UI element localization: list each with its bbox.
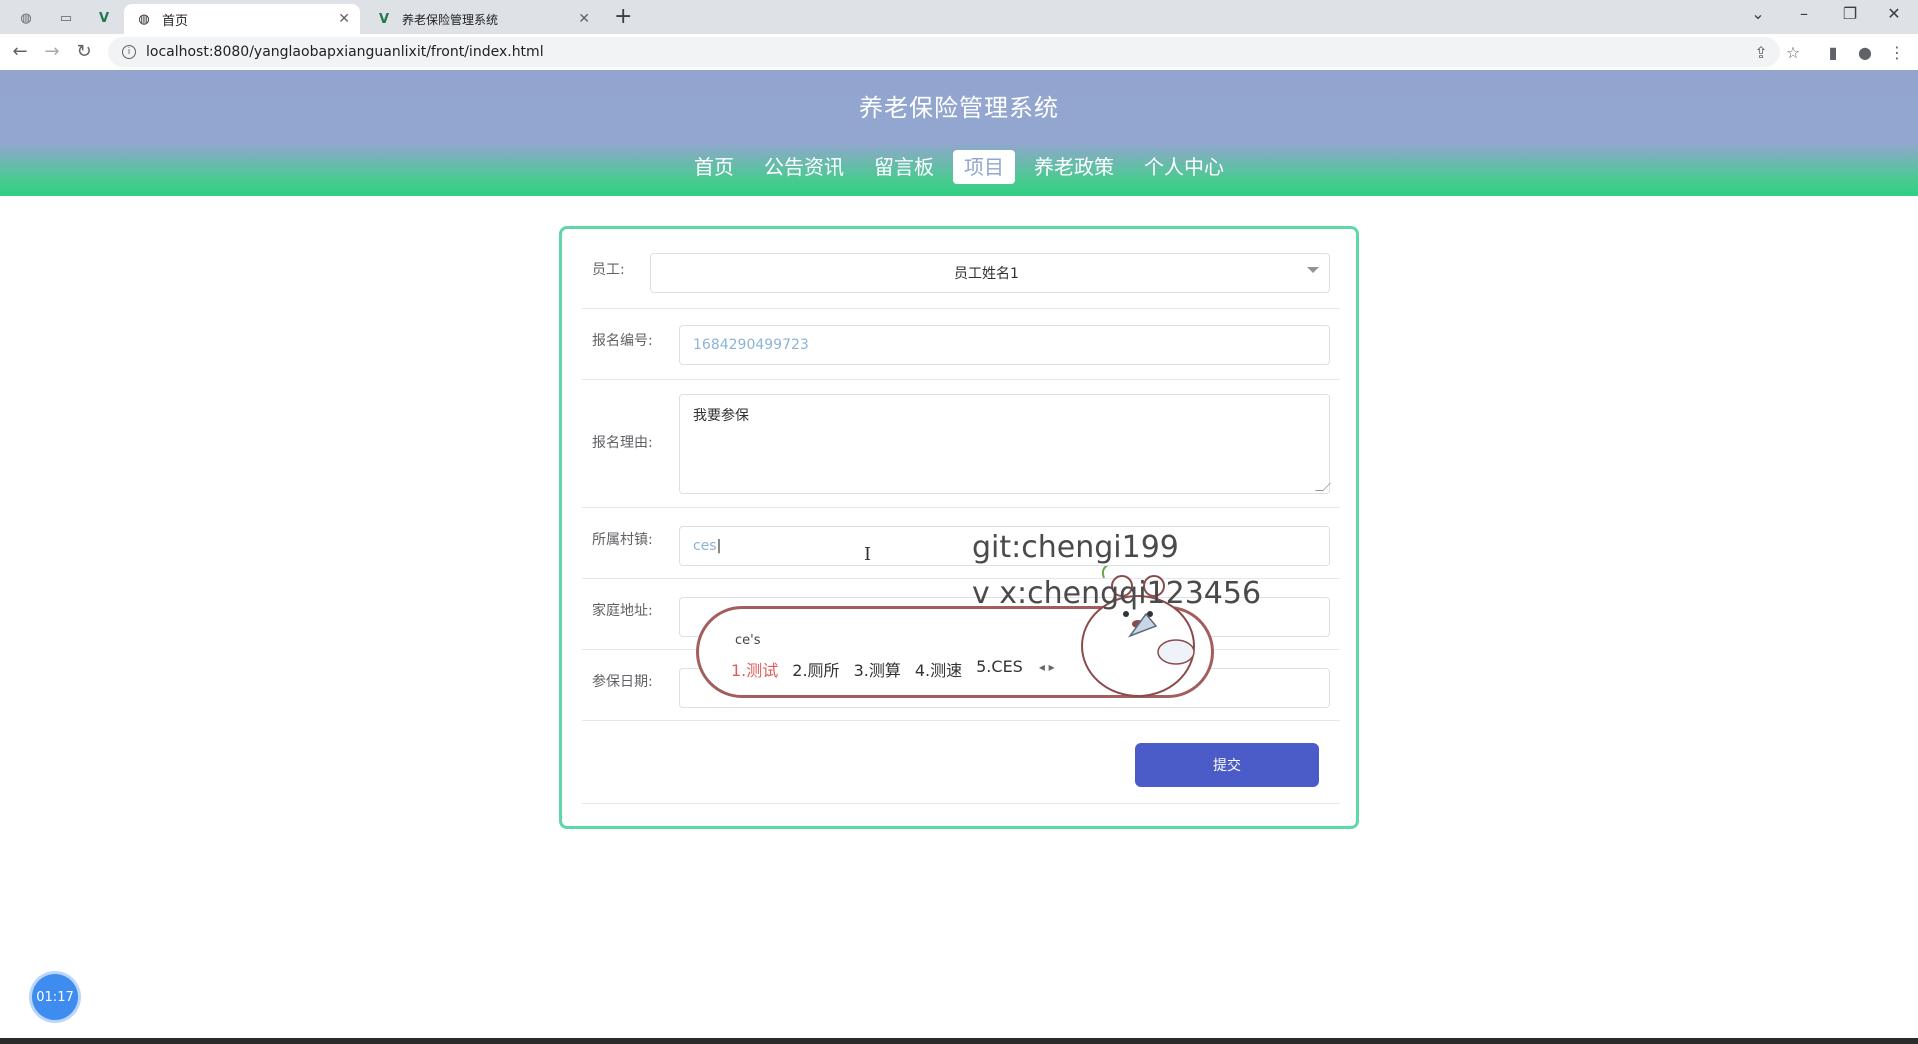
nav-policy[interactable]: 养老政策 <box>1023 150 1125 184</box>
menu-kebab-icon[interactable]: ⋮ <box>1886 43 1908 62</box>
new-tab-button[interactable]: + <box>614 6 632 28</box>
ime-candidate[interactable]: 3.测算 <box>854 657 901 681</box>
employee-value: 员工姓名1 <box>954 266 1019 282</box>
close-icon[interactable]: ✕ <box>338 11 350 27</box>
chevron-down-icon <box>1307 267 1319 273</box>
share-icon[interactable]: ⇪ <box>1750 43 1772 62</box>
watermark-line2: v x:chengqi123456 <box>972 576 1262 611</box>
address-label: 家庭地址: <box>592 603 653 619</box>
site-title: 养老保险管理系统 <box>859 94 1059 122</box>
nav-projects[interactable]: 项目 <box>953 150 1015 184</box>
employee-label: 员工: <box>592 262 625 278</box>
address-bar[interactable]: i localhost:8080/yanglaobapxianguanlixit… <box>108 37 1780 67</box>
main-nav: 首页 公告资讯 留言板 项目 养老政策 个人中心 <box>0 150 1918 184</box>
globe-icon: ◍ <box>138 11 150 27</box>
profile-avatar-icon[interactable]: ● <box>1854 43 1876 62</box>
tab-home[interactable]: ◍ 首页 ✕ <box>124 4 360 34</box>
tab-search-chevron-icon[interactable]: ⌄ <box>1738 4 1778 23</box>
nav-news[interactable]: 公告资讯 <box>753 150 855 184</box>
date-label: 参保日期: <box>592 674 653 690</box>
watermark-line1: git:chengi199 <box>972 530 1179 565</box>
close-icon[interactable]: ✕ <box>578 11 590 27</box>
recording-timer[interactable]: 01:17 <box>32 974 78 1020</box>
ime-candidate[interactable]: 5.CES <box>976 657 1023 681</box>
reload-icon[interactable]: ↻ <box>72 42 96 62</box>
nav-personal-center[interactable]: 个人中心 <box>1133 150 1235 184</box>
row-reg-no: 报名编号: 1684290499723 <box>582 309 1340 380</box>
tab-title: 首页 <box>162 13 189 29</box>
village-label: 所属村镇: <box>592 532 653 548</box>
pinned-tab-blank-icon[interactable]: ▭ <box>50 4 82 32</box>
back-icon[interactable]: ← <box>8 42 32 62</box>
row-reason: 报名理由: 我要参保 <box>582 380 1340 508</box>
employee-select[interactable]: 员工姓名1 <box>650 253 1330 293</box>
text-cursor-icon: I <box>864 544 872 565</box>
row-village: 所属村镇: ces | <box>582 508 1340 579</box>
forward-icon[interactable]: → <box>40 42 64 62</box>
nav-home[interactable]: 首页 <box>683 150 745 184</box>
tab-strip: ◍ ▭ V ◍ 首页 ✕ V 养老保险管理系统 ✕ + ⌄ – ❐ ✕ <box>0 0 1918 34</box>
browser-toolbar: ← → ↻ i localhost:8080/yanglaobapxiangua… <box>0 34 1918 70</box>
ime-candidate[interactable]: 2.厕所 <box>792 657 839 681</box>
address-text: localhost:8080/yanglaobapxianguanlixit/f… <box>146 44 544 60</box>
vue-logo-icon: V <box>378 11 390 27</box>
resize-handle-icon[interactable] <box>1315 483 1331 491</box>
tab-title: 养老保险管理系统 <box>402 12 499 27</box>
browser-chrome: ◍ ▭ V ◍ 首页 ✕ V 养老保险管理系统 ✕ + ⌄ – ❐ ✕ ← → … <box>0 0 1918 70</box>
reg-no-label: 报名编号: <box>592 333 653 349</box>
ime-candidate-list: 1.测试 2.厕所 3.测算 4.测速 5.CES ◂ ▸ <box>731 657 1055 681</box>
ime-candidate[interactable]: 1.测试 <box>731 657 778 681</box>
signup-form: 员工: 员工姓名1 报名编号: 1684290499723 报名理由: 我要参保… <box>559 226 1359 829</box>
reason-label: 报名理由: <box>592 435 653 451</box>
restore-icon[interactable]: ❐ <box>1830 4 1870 23</box>
reg-no-input[interactable]: 1684290499723 <box>679 325 1330 365</box>
taskbar-strip <box>0 1038 1918 1044</box>
submit-button[interactable]: 提交 <box>1135 743 1319 787</box>
site-info-icon[interactable]: i <box>122 45 136 59</box>
ime-composing-text: ce's <box>735 633 761 648</box>
site-header: 养老保险管理系统 首页 公告资讯 留言板 项目 养老政策 个人中心 <box>0 70 1918 196</box>
bookmark-star-icon[interactable]: ☆ <box>1782 43 1804 62</box>
pinned-tab-vue-icon[interactable]: V <box>88 4 120 32</box>
reason-textarea[interactable]: 我要参保 <box>679 394 1331 494</box>
village-value: ces <box>693 538 717 554</box>
reg-no-value: 1684290499723 <box>693 337 809 353</box>
close-window-icon[interactable]: ✕ <box>1874 4 1914 23</box>
row-employee: 员工: 员工姓名1 <box>582 249 1340 309</box>
ime-candidate[interactable]: 4.测速 <box>915 657 962 681</box>
nav-messages[interactable]: 留言板 <box>863 150 945 184</box>
side-panel-icon[interactable]: ▮ <box>1822 43 1844 62</box>
tab-system[interactable]: V 养老保险管理系统 ✕ <box>364 4 600 34</box>
minimize-icon[interactable]: – <box>1784 4 1824 23</box>
reason-value: 我要参保 <box>693 408 749 424</box>
pinned-tab-globe-icon[interactable]: ◍ <box>10 4 42 32</box>
